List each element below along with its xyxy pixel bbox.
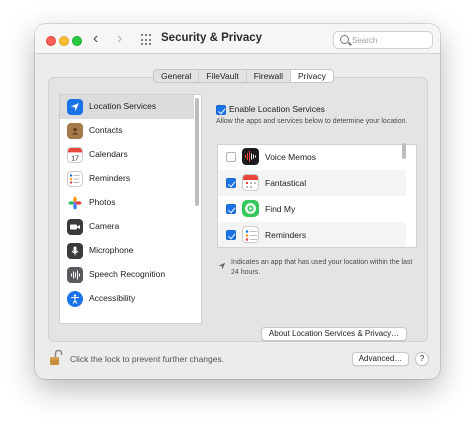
sidebar-item-label: Reminders [89,173,131,183]
sidebar-item-location-services[interactable]: Location Services [60,95,194,119]
sidebar-item-accessibility[interactable]: Accessibility [60,287,194,311]
minimize-window-button[interactable] [59,36,69,46]
camera-icon [67,219,83,235]
sidebar-item-microphone[interactable]: Microphone [60,239,194,263]
sidebar-item-camera[interactable]: Camera [60,215,194,239]
find-my-icon [242,200,259,217]
voice-memos-icon [242,148,259,165]
reminders-checkbox[interactable] [226,230,236,240]
lock-status-text: Click the lock to prevent further change… [70,354,225,364]
list-item-fantastical[interactable]: Fantastical [218,170,406,196]
list-item-reminders[interactable]: Reminders [218,222,406,247]
tab-privacy[interactable]: Privacy [290,70,333,82]
back-arrow-icon[interactable]: ‹ [93,30,98,48]
search-icon [340,35,349,44]
sidebar-item-label: Location Services [89,101,157,111]
voice-memos-checkbox[interactable] [226,152,236,162]
microphone-icon [67,243,83,259]
privacy-category-list: Location Services Contacts 17 Calendars … [59,94,202,324]
app-label: Find My [265,204,296,214]
location-arrow-icon [67,99,83,115]
accessibility-icon [67,291,83,307]
app-list-scrollbar[interactable] [402,143,406,159]
about-location-privacy-button[interactable]: About Location Services & Privacy… [261,327,407,341]
fantastical-calendar-icon [242,174,259,191]
waveform-icon [67,267,83,283]
photos-flower-icon [67,195,83,211]
sidebar-item-calendars[interactable]: 17 Calendars [60,143,194,167]
forward-arrow-icon[interactable]: › [117,30,122,48]
show-all-grid-icon[interactable] [141,34,153,46]
enable-location-checkbox[interactable] [216,105,226,115]
sidebar-item-contacts[interactable]: Contacts [60,119,194,143]
sidebar-item-reminders[interactable]: Reminders [60,167,194,191]
list-item-voice-memos[interactable]: Voice Memos [218,145,406,170]
app-label: Fantastical [265,178,307,188]
enable-location-label: Enable Location Services [229,104,325,114]
tab-firewall[interactable]: Firewall [247,70,291,82]
location-indicator-note: Indicates an app that has used your loca… [231,259,413,276]
location-description: Allow the apps and services below to det… [216,118,408,125]
reminders-list-icon [67,171,83,187]
pane-tabs: General FileVault Firewall Privacy [153,69,334,83]
lock-icon[interactable] [49,349,63,367]
close-window-button[interactable] [46,36,56,46]
contacts-book-icon [67,123,83,139]
fantastical-checkbox[interactable] [226,178,236,188]
sidebar-item-label: Accessibility [89,293,136,303]
sidebar-item-speech-recognition[interactable]: Speech Recognition [60,263,194,287]
list-item-find-my[interactable]: Find My [218,196,406,222]
sidebar-item-label: Contacts [89,125,123,135]
app-location-list: Voice Memos Fantastical Find My Reminder… [217,144,417,248]
help-button[interactable]: ? [415,352,429,366]
sidebar-item-label: Microphone [89,245,134,255]
tab-general[interactable]: General [154,70,200,82]
window-title: Security & Privacy [161,32,263,44]
find-my-checkbox[interactable] [226,204,236,214]
sidebar-item-label: Photos [89,197,116,207]
search-input[interactable] [352,33,430,47]
location-services-pane: Enable Location Services Allow the apps … [211,94,418,341]
calendar-icon: 17 [67,147,83,163]
svg-text:17: 17 [71,155,79,162]
sidebar-item-label: Camera [89,221,120,231]
sidebar-item-photos[interactable]: Photos [60,191,194,215]
reminders-icon [242,226,259,243]
search-field[interactable] [333,31,433,49]
sidebar-item-label: Speech Recognition [89,269,166,279]
tab-filevault[interactable]: FileVault [199,70,247,82]
title-bar: ‹ › Security & Privacy [35,24,440,54]
zoom-window-button[interactable] [72,36,82,46]
app-label: Reminders [265,230,307,240]
sidebar-scrollbar[interactable] [195,98,199,206]
security-privacy-window: ‹ › Security & Privacy General FileVault… [35,24,440,379]
location-indicator-arrow-icon [218,262,226,270]
advanced-button[interactable]: Advanced… [352,352,409,366]
app-label: Voice Memos [265,152,317,162]
sidebar-item-label: Calendars [89,149,128,159]
